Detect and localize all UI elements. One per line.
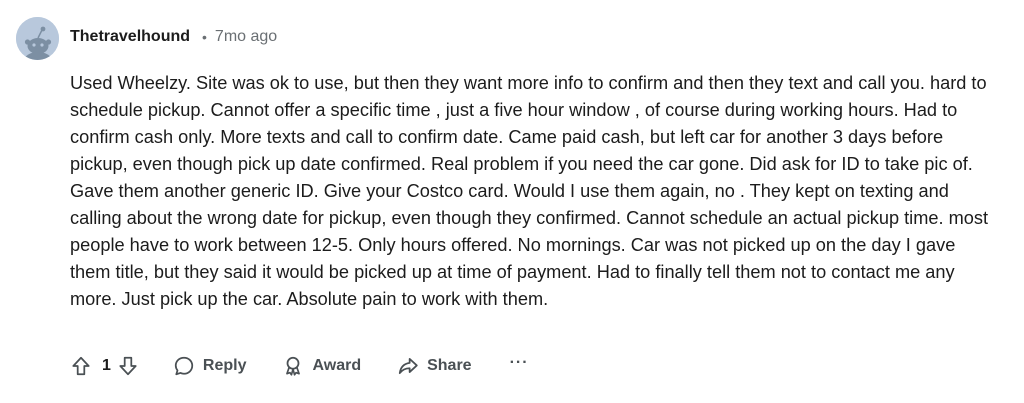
downvote-arrow-icon[interactable] [117, 355, 139, 377]
comment-meta: Thetravelhound • 7mo ago [70, 28, 277, 46]
comment-action-bar: 1 Reply Award Share ··· [70, 353, 529, 379]
share-arrow-icon [398, 357, 418, 375]
comment-bubble-icon [174, 356, 194, 376]
upvote-arrow-icon[interactable] [70, 355, 92, 377]
reply-button[interactable]: Reply [173, 355, 247, 377]
avatar[interactable] [16, 17, 59, 60]
award-medal-icon [286, 356, 301, 376]
comment-body: Used Wheelzy. Site was ok to use, but th… [70, 73, 989, 309]
reply-label: Reply [202, 357, 247, 374]
award-button[interactable]: Award [282, 355, 361, 377]
vote-score: 1 [102, 357, 111, 374]
meta-separator: • [202, 29, 207, 45]
award-label: Award [312, 357, 362, 374]
comment: Thetravelhound • 7mo ago Used Wheelzy. S… [0, 0, 1024, 403]
snoo-avatar-icon [16, 17, 59, 60]
username-link[interactable]: Thetravelhound [70, 28, 190, 46]
share-button[interactable]: Share [397, 355, 472, 377]
share-label: Share [427, 357, 472, 374]
more-options-icon[interactable]: ··· [510, 354, 529, 372]
vote-controls: 1 [70, 355, 139, 377]
comment-timestamp[interactable]: 7mo ago [215, 28, 277, 46]
